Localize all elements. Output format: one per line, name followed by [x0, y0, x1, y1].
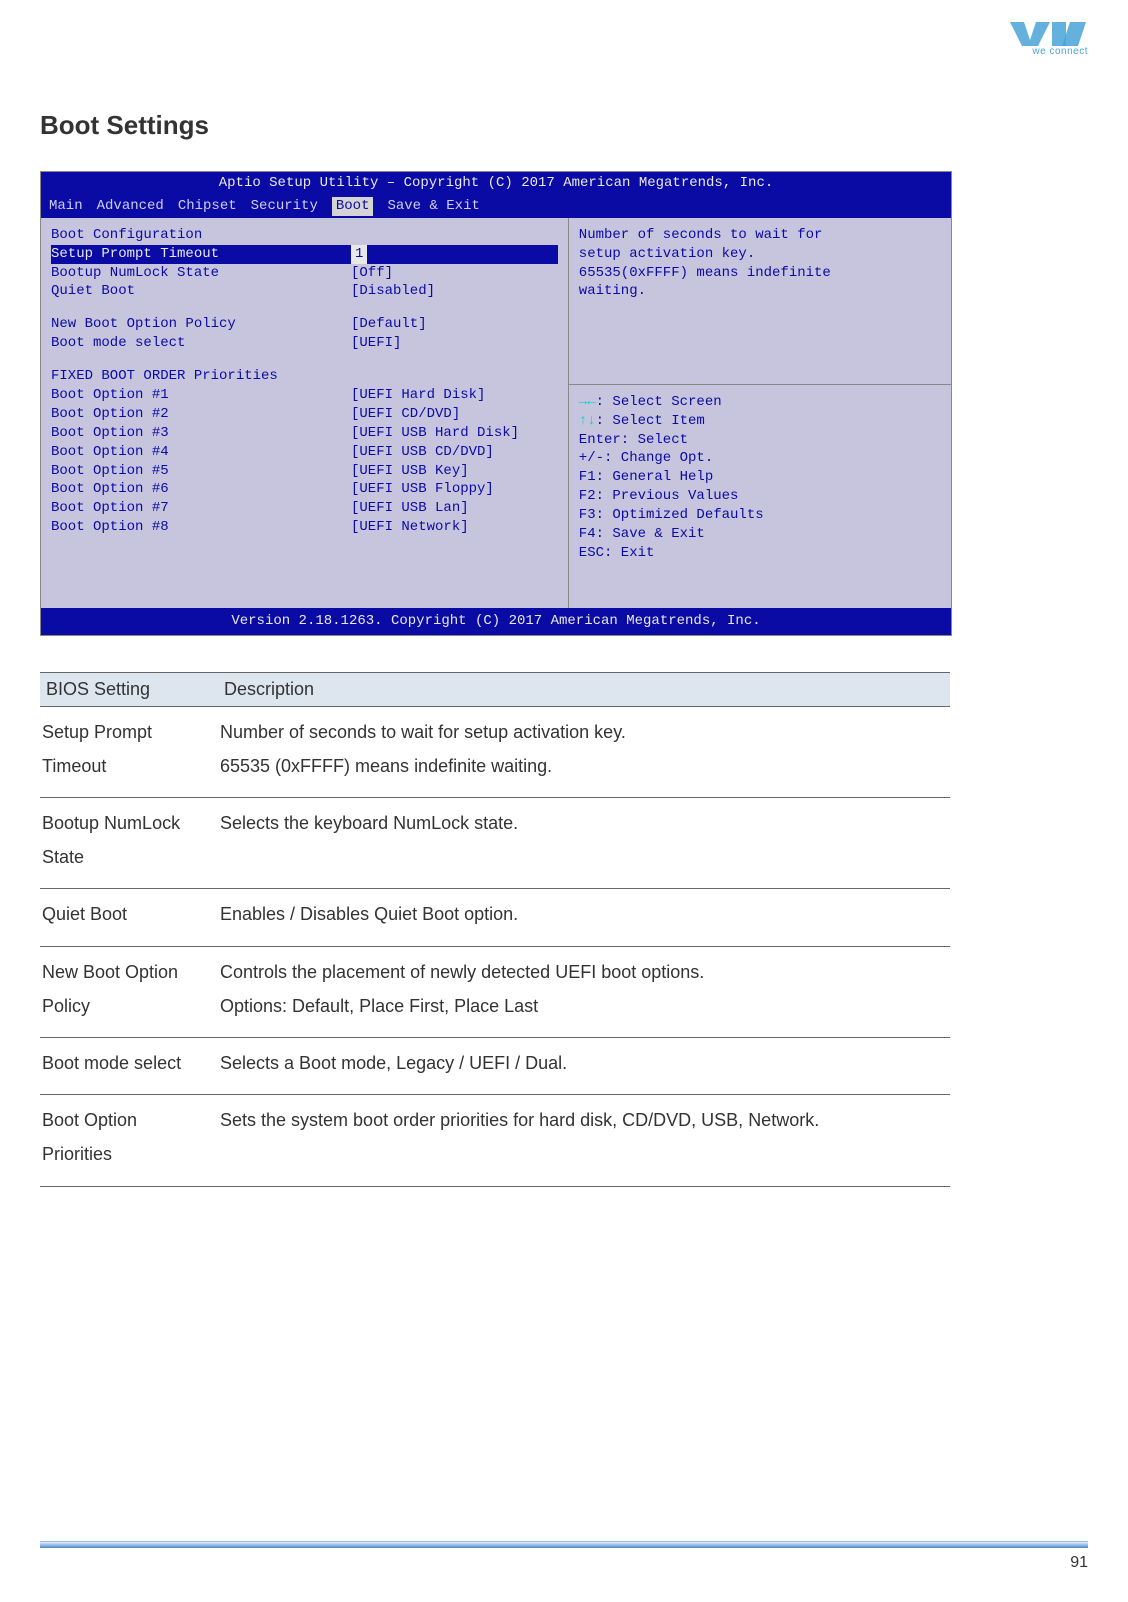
bios-key-hint: F4: Save & Exit [579, 525, 941, 544]
bios-setting-value: [Disabled] [351, 282, 435, 301]
section-heading: Boot Settings [40, 110, 1088, 141]
bios-setting-label: Boot Option #5 [51, 462, 351, 481]
bios-menu-item: Advanced [97, 197, 164, 216]
bios-key-hint: Enter: Select [579, 431, 941, 450]
bios-setting-value: [Default] [351, 315, 427, 334]
bios-title-bar: Aptio Setup Utility – Copyright (C) 2017… [41, 172, 951, 195]
bios-group-heading: Boot Configuration [51, 226, 558, 245]
table-cell-setting: Setup Prompt Timeout [40, 706, 218, 797]
bios-group-heading: FIXED BOOT ORDER Priorities [51, 367, 558, 386]
bios-setting-row: Setup Prompt Timeout1 [51, 245, 558, 264]
table-row: Bootup NumLock StateSelects the keyboard… [40, 798, 950, 889]
bios-setting-label: Boot Option #4 [51, 443, 351, 462]
bios-setting-row: Boot Option #6[UEFI USB Floppy] [51, 480, 558, 499]
bios-setting-value: [UEFI USB Key] [351, 462, 469, 481]
bios-setting-label: Boot Option #2 [51, 405, 351, 424]
bios-menu-item: Chipset [178, 197, 237, 216]
table-row: Boot mode selectSelects a Boot mode, Leg… [40, 1037, 950, 1094]
bios-setting-value: [UEFI Hard Disk] [351, 386, 485, 405]
bios-setting-label: Bootup NumLock State [51, 264, 351, 283]
table-cell-description: Selects a Boot mode, Legacy / UEFI / Dua… [218, 1037, 950, 1094]
bios-setting-value: [UEFI USB CD/DVD] [351, 443, 494, 462]
bios-setting-label: Boot Option #6 [51, 480, 351, 499]
bios-help-line: waiting. [579, 282, 941, 301]
footer-divider [40, 1541, 1088, 1548]
page-number: 91 [40, 1554, 1088, 1572]
bios-setting-row: New Boot Option Policy[Default] [51, 315, 558, 334]
bios-help-line: Number of seconds to wait for [579, 226, 941, 245]
bios-setting-value: [Off] [351, 264, 393, 283]
table-cell-description: Sets the system boot order priorities fo… [218, 1095, 950, 1186]
bios-menu-item: Main [49, 197, 83, 216]
bios-description-table: BIOS Setting Description Setup Prompt Ti… [40, 672, 950, 1187]
table-cell-description: Controls the placement of newly detected… [218, 946, 950, 1037]
bios-setting-row: Boot Option #5[UEFI USB Key] [51, 462, 558, 481]
bios-key-hint: F1: General Help [579, 468, 941, 487]
bios-setting-row: Bootup NumLock State[Off] [51, 264, 558, 283]
bios-setting-row: Boot Option #2[UEFI CD/DVD] [51, 405, 558, 424]
table-row: Quiet BootEnables / Disables Quiet Boot … [40, 889, 950, 946]
bios-setting-value: 1 [351, 245, 367, 264]
bios-setting-label: Boot Option #8 [51, 518, 351, 537]
table-cell-setting: Bootup NumLock State [40, 798, 218, 889]
table-cell-description: Selects the keyboard NumLock state. [218, 798, 950, 889]
bios-setting-label: Setup Prompt Timeout [51, 245, 351, 264]
bios-setting-value: [UEFI CD/DVD] [351, 405, 460, 424]
page-footer: 91 [40, 1541, 1088, 1572]
bios-setting-label: Boot Option #7 [51, 499, 351, 518]
bios-key-hint: F3: Optimized Defaults [579, 506, 941, 525]
bios-menu-item: Boot [332, 197, 374, 216]
bios-setting-value: [UEFI Network] [351, 518, 469, 537]
bios-setting-row: Boot Option #1[UEFI Hard Disk] [51, 386, 558, 405]
bios-menu-item: Security [251, 197, 318, 216]
table-cell-description: Number of seconds to wait for setup acti… [218, 706, 950, 797]
bios-screenshot: Aptio Setup Utility – Copyright (C) 2017… [40, 171, 952, 636]
bios-footer-bar: Version 2.18.1263. Copyright (C) 2017 Am… [41, 608, 951, 635]
bios-key-hint: ↑↓: Select Item [579, 412, 941, 431]
bios-help-line: setup activation key. [579, 245, 941, 264]
bios-setting-label: Boot Option #1 [51, 386, 351, 405]
table-row: Boot Option PrioritiesSets the system bo… [40, 1095, 950, 1186]
bios-menu-bar: Main Advanced Chipset Security Boot Save & Ex… [41, 195, 951, 218]
bios-help-line: 65535(0xFFFF) means indefinite [579, 264, 941, 283]
bios-setting-label: Boot mode select [51, 334, 351, 353]
bios-setting-row: Boot Option #3[UEFI USB Hard Disk] [51, 424, 558, 443]
bios-keys-pane: →←: Select Screen↑↓: Select ItemEnter: S… [569, 385, 951, 608]
bios-setting-row: Boot Option #4[UEFI USB CD/DVD] [51, 443, 558, 462]
table-cell-setting: New Boot Option Policy [40, 946, 218, 1037]
table-header-setting: BIOS Setting [40, 672, 218, 706]
table-header-description: Description [218, 672, 950, 706]
bios-setting-label: New Boot Option Policy [51, 315, 351, 334]
table-cell-setting: Boot mode select [40, 1037, 218, 1094]
table-cell-setting: Boot Option Priorities [40, 1095, 218, 1186]
bios-setting-row: Quiet Boot[Disabled] [51, 282, 558, 301]
table-row: New Boot Option PolicyControls the place… [40, 946, 950, 1037]
bios-key-hint: +/-: Change Opt. [579, 449, 941, 468]
bios-setting-value: [UEFI USB Hard Disk] [351, 424, 519, 443]
bios-help-pane: Number of seconds to wait forsetup activ… [569, 218, 951, 385]
bios-key-hint: →←: Select Screen [579, 393, 941, 412]
bios-key-hint: ESC: Exit [579, 544, 941, 563]
table-cell-description: Enables / Disables Quiet Boot option. [218, 889, 950, 946]
bios-setting-label: Quiet Boot [51, 282, 351, 301]
bios-key-hint: F2: Previous Values [579, 487, 941, 506]
bios-setting-value: [UEFI] [351, 334, 401, 353]
bios-setting-row: Boot mode select[UEFI] [51, 334, 558, 353]
via-logo: we connect [1008, 18, 1088, 57]
bios-setting-value: [UEFI USB Lan] [351, 499, 469, 518]
bios-setting-value: [UEFI USB Floppy] [351, 480, 494, 499]
table-row: Setup Prompt TimeoutNumber of seconds to… [40, 706, 950, 797]
bios-menu-item: Save & Exit [387, 197, 479, 216]
bios-setting-row: Boot Option #7[UEFI USB Lan] [51, 499, 558, 518]
bios-settings-pane: Boot Configuration Setup Prompt Timeout1… [41, 218, 569, 608]
bios-setting-label: Boot Option #3 [51, 424, 351, 443]
logo-tagline: we connect [1008, 46, 1088, 57]
bios-setting-row: Boot Option #8[UEFI Network] [51, 518, 558, 537]
table-cell-setting: Quiet Boot [40, 889, 218, 946]
